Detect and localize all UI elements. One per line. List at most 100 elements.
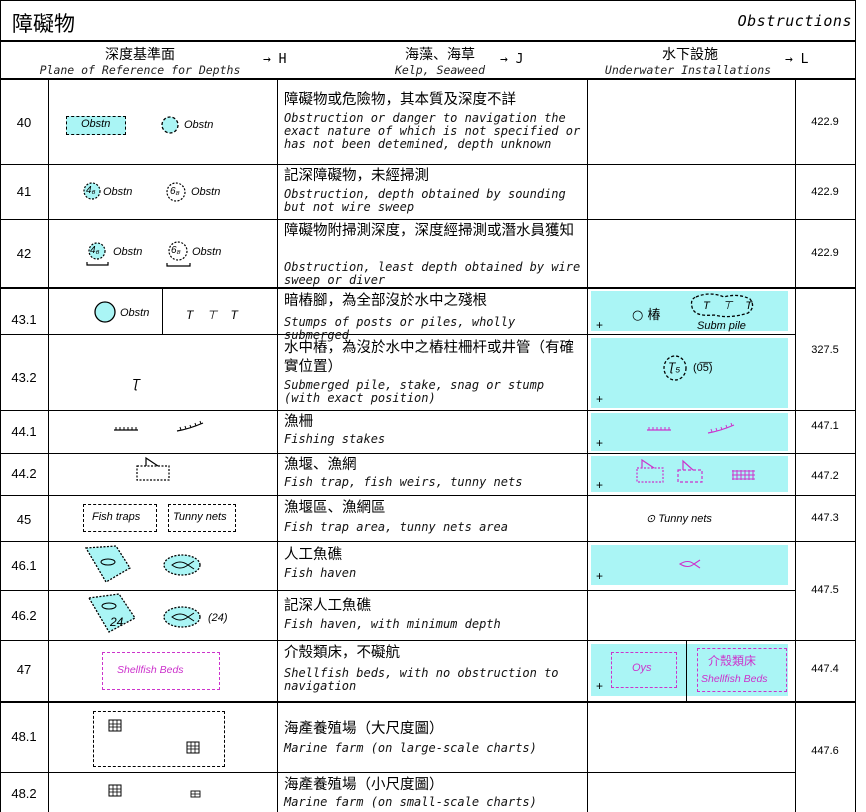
row-num-40: 40 — [16, 115, 32, 130]
tunny-nets-label: Tunny nets — [173, 511, 227, 523]
desc-zh-44-2: 漁堰、漁網 — [284, 457, 357, 473]
ref-41: 422.9 — [811, 186, 839, 198]
desc-zh-43-1: 暗樁腳，為全部沒於水中之殘根 — [284, 293, 487, 309]
row-num-46-1: 46.1 — [11, 558, 37, 573]
obstn-label: Obstn — [113, 246, 143, 258]
marine-farm-small-icon — [190, 790, 201, 798]
obstn-label: Obstn — [192, 246, 222, 258]
desc-en-43-2: Submerged pile, stake, snag or stump (wi… — [284, 378, 545, 405]
row-num-43-2: 43.2 — [11, 370, 37, 385]
desc-zh-48-1: 海產養殖場（大尺度圖） — [284, 721, 444, 737]
pile-drying-height-label: (0̅5̅) — [693, 362, 713, 374]
ref-44-1: 447.1 — [811, 420, 839, 432]
row-num-48-1: 48.1 — [11, 729, 37, 744]
desc-en-47: Shellfish beds, with no obstruction to n… — [284, 666, 559, 693]
desc-zh-48-2: 海產養殖場（小尺度圖） — [284, 777, 444, 793]
stumps-obstn-icon — [94, 301, 116, 323]
fish-trap-icon — [136, 456, 170, 481]
fish-haven-magenta-icon — [678, 559, 701, 569]
obstn-point-label: Obstn — [184, 119, 214, 131]
depth-value-label: 6₈ — [170, 186, 180, 197]
obstn-label: Obstn — [81, 118, 111, 130]
tunny-nets-area-box: Tunny nets — [168, 504, 236, 532]
ref-46: 447.5 — [811, 584, 839, 596]
desc-zh-46-1: 人工魚礁 — [284, 547, 342, 563]
ref-48: 447.6 — [811, 745, 839, 757]
row-num-41: 41 — [16, 184, 32, 199]
fish-haven-area-icon — [84, 545, 131, 583]
shellfish-beds-label: Shellfish Beds — [117, 664, 184, 676]
col-depth-zh: 深度基準面 — [105, 47, 175, 63]
col-install-zh: 水下設施 — [662, 47, 718, 63]
desc-zh-41: 記深障礙物，未經掃測 — [284, 168, 429, 184]
desc-en-46-1: Fish haven — [284, 566, 357, 580]
submerged-pile-symbol: Ʈ — [132, 376, 140, 391]
depth-value-label: 4₆ — [90, 245, 100, 256]
desc-zh-43-2: 水中樁，為沒於水中之樁柱柵杆或井管（有確實位置） — [284, 340, 574, 375]
col-install-arrow: → L — [785, 52, 809, 67]
fish-haven-depth-value: (24) — [208, 612, 228, 624]
marine-farm-icon — [108, 784, 122, 797]
desc-en-42: Obstruction, least depth obtained by wir… — [284, 260, 581, 287]
cross-mark: + — [596, 679, 604, 693]
desc-en-44-2: Fish trap, fish weirs, tunny nets — [284, 475, 523, 489]
cross-mark: + — [596, 478, 604, 492]
desc-en-41: Obstruction, depth obtained by sounding … — [284, 187, 566, 214]
cross-mark: + — [596, 436, 604, 450]
ref-40: 422.9 — [811, 116, 839, 128]
ref-47: 447.4 — [811, 663, 839, 675]
desc-zh-46-2: 記深人工魚礁 — [284, 598, 371, 614]
fishing-stakes-icon — [114, 427, 138, 431]
marine-farm-icon — [186, 741, 200, 754]
ref-45: 447.3 — [811, 512, 839, 524]
ref-43: 327.5 — [811, 344, 839, 356]
page-title-zh: 障礙物 — [12, 12, 75, 36]
desc-en-40: Obstruction or danger to navigation the … — [284, 111, 581, 151]
cross-mark: + — [596, 569, 604, 583]
fish-haven-depth-label: 24 — [110, 615, 124, 629]
obstn-label: Obstn — [103, 186, 133, 198]
cross-mark: + — [596, 392, 604, 406]
row-num-48-2: 48.2 — [11, 786, 37, 801]
row-num-42: 42 — [16, 246, 32, 261]
fish-weir-magenta-icon — [677, 459, 703, 483]
marine-farm-icon — [108, 719, 122, 732]
desc-zh-45: 漁堰區、漁網區 — [284, 500, 386, 516]
stumps-symbol: T ⊤ T — [703, 300, 758, 312]
desc-en-44-1: Fishing stakes — [284, 432, 386, 446]
row-num-44-1: 44.1 — [11, 424, 37, 439]
fish-trap-magenta-icon — [636, 458, 664, 483]
col-depth-en: Plane of Reference for Depths — [39, 63, 241, 77]
row-num-47: 47 — [16, 662, 32, 677]
col-depth-arrow: → H — [263, 52, 287, 67]
fishing-stakes-magenta-icon — [647, 427, 671, 431]
pile-label: ○ 椿 — [632, 308, 661, 323]
obstn-area-symbol: Obstn — [66, 116, 126, 135]
stumps-symbol: T ⊤ T — [186, 308, 243, 322]
desc-zh-40: 障礙物或危險物，其本質及深度不詳 — [284, 92, 516, 108]
oys-area-box: Oys — [611, 652, 677, 688]
obstn-point-icon — [161, 116, 179, 134]
fishing-stakes-install-area — [591, 413, 788, 451]
fish-traps-label: Fish traps — [92, 511, 141, 523]
col-kelp-arrow: → J — [500, 52, 524, 67]
fishing-stakes-magenta-icon — [707, 422, 735, 434]
obstn-label: Obstn — [120, 307, 150, 319]
desc-zh-44-1: 漁柵 — [284, 414, 313, 430]
obstn-label: Obstn — [191, 186, 221, 198]
ref-44-2: 447.2 — [811, 470, 839, 482]
depth-value-label: 4₆ — [86, 185, 96, 196]
col-install-en: Underwater Installations — [604, 63, 772, 77]
desc-zh-42: 障礙物附掃測深度，深度經掃測或潛水員獲知 — [284, 223, 574, 239]
shellfish-en-label: Shellfish Beds — [701, 673, 768, 685]
depth-value-label: 6₈ — [171, 245, 181, 256]
cross-mark: + — [596, 318, 604, 332]
desc-en-46-2: Fish haven, with minimum depth — [284, 617, 501, 631]
subm-pile-label: Subm pile — [697, 320, 746, 332]
tunny-nets-install-label: ⊙ Tunny nets — [646, 513, 712, 525]
fish-haven-icon — [163, 554, 201, 576]
row-num-46-2: 46.2 — [11, 608, 37, 623]
row-num-45: 45 — [16, 512, 32, 527]
shellfish-zh-label: 介殼類床 — [708, 654, 757, 668]
page-title-en: Obstructions — [737, 12, 852, 30]
